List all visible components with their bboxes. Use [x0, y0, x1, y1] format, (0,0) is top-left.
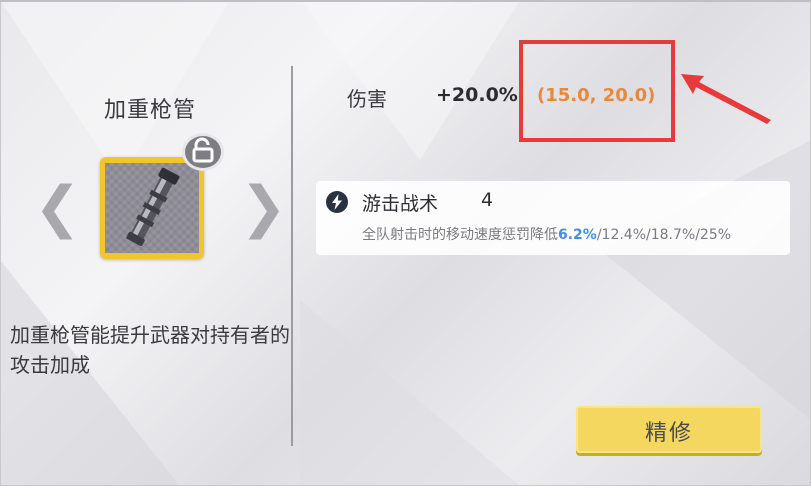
- refine-button[interactable]: 精修: [576, 406, 762, 453]
- skill-level: 4: [481, 189, 494, 211]
- skill-panel: 游击战术 4 全队射击时的移动速度惩罚降低6.2%/12.4%/18.7%/25…: [316, 181, 790, 255]
- lightning-icon: [326, 191, 348, 213]
- skill-desc-text: 全队射击时的移动速度惩罚降低: [362, 227, 558, 243]
- refine-button-label: 精修: [644, 421, 693, 446]
- skill-description: 全队射击时的移动速度惩罚降低6.2%/12.4%/18.7%/25%: [362, 224, 731, 244]
- skill-other-values: /12.4%/18.7%/25%: [596, 227, 732, 243]
- skill-current-value: 6.2%: [558, 227, 597, 243]
- skill-name: 游击战术: [362, 193, 439, 215]
